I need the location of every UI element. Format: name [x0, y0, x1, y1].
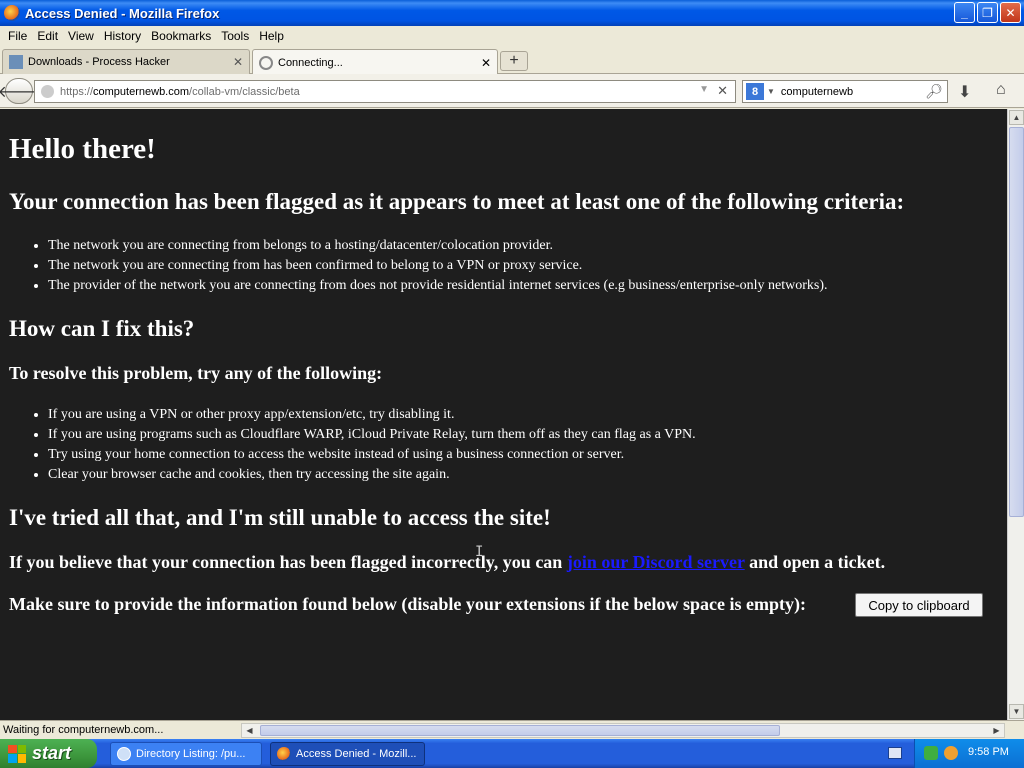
maximize-button[interactable]: ❐ [977, 2, 998, 23]
window-titlebar[interactable]: Access Denied - Mozilla Firefox _ ❐ ✕ [0, 0, 1024, 26]
keyboard-icon[interactable] [888, 747, 902, 759]
search-input[interactable]: computernewb [781, 86, 853, 98]
menu-bar: File Edit View History Bookmarks Tools H… [0, 26, 1024, 46]
taskbar-item-label: Access Denied - Mozill... [296, 748, 417, 760]
discord-link[interactable]: join our Discord server [567, 552, 745, 572]
tab-close-icon[interactable]: ✕ [233, 55, 243, 69]
system-tray: 9:58 PM [914, 739, 1024, 768]
tried-heading: I've tried all that, and I'm still unabl… [9, 505, 551, 530]
page-content: Hello there! Your connection has been fl… [0, 109, 1007, 720]
url-history-dropdown-icon[interactable]: ▼ [699, 84, 709, 95]
loading-spinner-icon [259, 55, 273, 70]
start-button[interactable]: start [0, 739, 97, 768]
text-cursor-icon: I [475, 544, 484, 560]
fix-heading: How can I fix this? [9, 316, 195, 341]
horizontal-scrollbar-thumb[interactable] [260, 725, 780, 736]
navigation-bar: 🡐 https://computernewb.com/collab-vm/cla… [0, 74, 1024, 108]
firefox-icon [277, 747, 291, 761]
ticket-paragraph: If you believe that your connection has … [9, 552, 885, 573]
list-item: The network you are connecting from has … [48, 256, 827, 276]
status-bar: Waiting for computernewb.com... ◀ ▶ [0, 720, 1024, 739]
tab-label: Connecting... [278, 56, 343, 69]
tab-downloads[interactable]: Downloads - Process Hacker ✕ [2, 49, 250, 74]
tab-connecting[interactable]: Connecting... ✕ [252, 49, 498, 75]
menu-bookmarks[interactable]: Bookmarks [146, 29, 216, 43]
start-label: start [32, 743, 72, 763]
menu-tools[interactable]: Tools [216, 29, 254, 43]
close-window-button[interactable]: ✕ [1000, 2, 1021, 23]
list-item: Try using your home connection to access… [48, 445, 696, 465]
browser-icon [117, 747, 131, 761]
page-heading: Hello there! [9, 133, 156, 165]
scroll-right-icon[interactable]: ▶ [989, 724, 1004, 737]
new-tab-button[interactable]: + [500, 51, 528, 71]
menu-help[interactable]: Help [254, 29, 289, 43]
status-text: Waiting for computernewb.com... [3, 724, 164, 736]
downloads-icon[interactable]: ⬇ [958, 82, 971, 102]
minimize-button[interactable]: _ [954, 2, 975, 23]
window-title: Access Denied - Mozilla Firefox [25, 5, 220, 21]
taskbar: start Directory Listing: /pu... Access D… [0, 739, 1024, 768]
scroll-up-icon[interactable]: ▲ [1009, 110, 1024, 125]
criteria-list: The network you are connecting from belo… [9, 236, 827, 296]
list-item: If you are using programs such as Cloudf… [48, 425, 696, 445]
engine-dropdown-icon[interactable]: ▼ [767, 87, 775, 96]
list-item: Clear your browser cache and cookies, th… [48, 465, 696, 485]
copy-to-clipboard-button[interactable]: Copy to clipboard [855, 593, 983, 617]
clock: 9:58 PM [968, 746, 1009, 758]
menu-edit[interactable]: Edit [32, 29, 63, 43]
stop-loading-icon[interactable]: ✕ [717, 83, 728, 99]
tab-label: Downloads - Process Hacker [28, 56, 170, 68]
search-bar[interactable]: 8 ▼ computernewb 🔎︎ [742, 80, 948, 103]
ticket-text-after: and open a ticket. [749, 552, 886, 572]
home-icon[interactable]: ⌂ [996, 81, 1006, 99]
windows-logo-icon [8, 744, 26, 763]
scroll-left-icon[interactable]: ◀ [242, 724, 257, 737]
list-item: The provider of the network you are conn… [48, 276, 827, 296]
menu-history[interactable]: History [99, 29, 146, 43]
google-engine-icon[interactable]: 8 [746, 83, 764, 100]
taskbar-item-directory-listing[interactable]: Directory Listing: /pu... [110, 742, 262, 766]
process-hacker-icon [9, 55, 23, 69]
scroll-down-icon[interactable]: ▼ [1009, 704, 1024, 719]
url-bar[interactable]: https://computernewb.com/collab-vm/class… [34, 80, 736, 103]
list-item: The network you are connecting from belo… [48, 236, 827, 256]
tab-bar: Downloads - Process Hacker ✕ Connecting.… [0, 46, 1024, 75]
url-path: /collab-vm/classic/beta [189, 85, 300, 98]
vertical-scrollbar[interactable]: ▲ ▼ [1007, 109, 1024, 720]
back-button[interactable]: 🡐 [0, 78, 40, 104]
criteria-heading: Your connection has been flagged as it a… [9, 189, 905, 214]
taskbar-item-label: Directory Listing: /pu... [136, 748, 246, 760]
resolve-heading: To resolve this problem, try any of the … [9, 363, 383, 383]
network-icon[interactable] [924, 746, 938, 760]
taskbar-item-access-denied[interactable]: Access Denied - Mozill... [270, 742, 425, 766]
search-tray-icon[interactable] [944, 746, 958, 760]
tab-close-icon[interactable]: ✕ [481, 56, 491, 70]
site-identity-icon[interactable] [41, 85, 54, 98]
search-icon[interactable]: 🔎︎ [925, 83, 943, 100]
horizontal-scrollbar[interactable]: ◀ ▶ [241, 723, 1005, 738]
menu-file[interactable]: File [3, 29, 32, 43]
menu-view[interactable]: View [63, 29, 99, 43]
firefox-icon [4, 5, 20, 21]
list-item: If you are using a VPN or other proxy ap… [48, 405, 696, 425]
url-host: computernewb.com [93, 85, 190, 98]
fixes-list: If you are using a VPN or other proxy ap… [9, 405, 696, 485]
scrollbar-thumb[interactable] [1009, 127, 1024, 517]
provide-info-text: Make sure to provide the information fou… [9, 594, 807, 614]
url-scheme: https:// [60, 85, 94, 98]
